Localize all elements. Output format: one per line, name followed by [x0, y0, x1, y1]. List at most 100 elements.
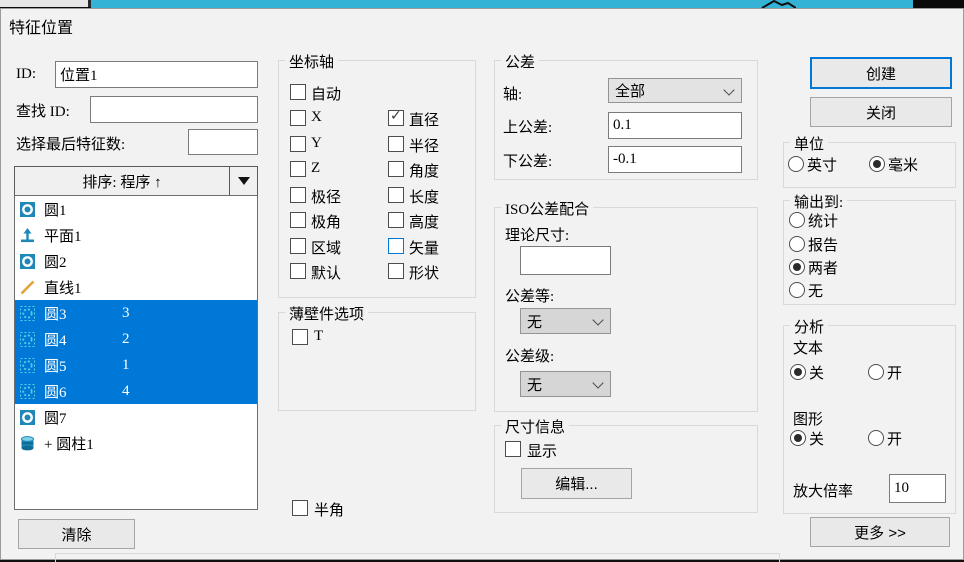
output-3-label: 两者	[808, 257, 838, 278]
tolerance-class-value: 无	[527, 374, 542, 395]
axis-默认-label: 默认	[311, 262, 341, 283]
upper-tolerance-label: 上公差:	[503, 116, 552, 137]
clear-button[interactable]: 清除	[18, 519, 135, 549]
list-item[interactable]: 圆2	[15, 248, 257, 274]
list-item[interactable]: 圆3 3	[15, 300, 257, 326]
chevron-down-icon	[723, 84, 734, 95]
sort-header[interactable]: 排序: 程序 ↑	[14, 166, 258, 196]
analysis-graph-on-radio[interactable]	[868, 430, 884, 446]
feature-order-number: 4	[122, 383, 130, 400]
tolerance-group-title: 公差	[501, 51, 539, 72]
create-button[interactable]: 创建	[810, 57, 952, 89]
axis-Y-checkbox[interactable]	[290, 136, 306, 152]
cylinder-icon	[20, 436, 35, 451]
axis-自动-label: 自动	[311, 83, 341, 104]
axis-区域-label: 区域	[311, 237, 341, 258]
output-4-radio[interactable]	[789, 282, 805, 298]
feature-name: 圆1	[44, 199, 67, 220]
axis-自动-checkbox[interactable]	[290, 84, 306, 100]
nominal-size-input[interactable]	[520, 246, 611, 275]
axis-高度-checkbox[interactable]	[388, 212, 404, 228]
axis-combo[interactable]: 全部	[608, 78, 742, 103]
feature-order-number: 1	[122, 357, 130, 374]
scale-factor-input[interactable]	[889, 474, 946, 503]
analysis-text-on-radio[interactable]	[868, 364, 884, 380]
axes-group-title: 坐标轴	[285, 51, 338, 72]
axis-区域-checkbox[interactable]	[290, 238, 306, 254]
axis-长度-checkbox[interactable]	[388, 187, 404, 203]
axis-X-checkbox[interactable]	[290, 110, 306, 126]
axis-极角-label: 极角	[311, 211, 341, 232]
axes-group: 坐标轴	[278, 60, 476, 298]
axis-长度-label: 长度	[409, 186, 439, 207]
output-1-radio[interactable]	[789, 212, 805, 228]
axis-极径-checkbox[interactable]	[290, 187, 306, 203]
unit-inch-radio[interactable]	[788, 156, 804, 172]
nominal-size-label: 理论尺寸:	[505, 224, 569, 245]
analysis-graph-label: 图形	[793, 408, 823, 429]
id-input[interactable]	[55, 61, 258, 88]
edit-button[interactable]: 编辑...	[521, 468, 632, 499]
close-button[interactable]: 关闭	[810, 97, 952, 127]
circle-sel-icon	[20, 384, 35, 399]
thin-wall-checkbox[interactable]	[292, 329, 308, 345]
thin-wall-checkbox-label: T	[314, 328, 323, 345]
clipped-group-box	[55, 553, 780, 562]
feature-name: 直线1	[44, 277, 82, 298]
show-checkbox[interactable]	[505, 441, 521, 457]
list-item[interactable]: 圆51	[15, 352, 257, 378]
axis-矢量-checkbox[interactable]	[388, 238, 404, 254]
lower-tolerance-input[interactable]	[608, 146, 742, 173]
half-angle-checkbox[interactable]	[292, 500, 308, 516]
select-last-features-input[interactable]	[188, 129, 258, 155]
tolerance-class-combo[interactable]: 无	[520, 371, 611, 397]
list-item[interactable]: 平面1	[15, 222, 257, 248]
thin-wall-group-title: 薄壁件选项	[285, 303, 368, 324]
more-button[interactable]: 更多 >>	[810, 517, 950, 547]
axis-combo-value: 全部	[615, 80, 645, 101]
analysis-graph-off-label: 关	[809, 428, 824, 449]
output-1-label: 统计	[808, 210, 838, 231]
axis-形状-checkbox[interactable]	[388, 263, 404, 279]
axis-默认-checkbox[interactable]	[290, 263, 306, 279]
axis-极径-label: 极径	[311, 186, 341, 207]
output-3-radio[interactable]	[789, 259, 805, 275]
feature-list[interactable]: 圆1平面1圆2 直线1 圆3 3 圆42圆51 圆6 4 圆7+ 圆柱1	[14, 195, 258, 510]
thin-wall-group: 薄壁件选项	[278, 312, 476, 411]
tolerance-class-label: 公差级:	[505, 345, 554, 366]
feature-order-number: 3	[122, 305, 130, 322]
sort-label: 排序: 程序 ↑	[15, 171, 229, 192]
axis-直径-label: 直径	[409, 109, 439, 130]
show-label: 显示	[527, 440, 557, 461]
upper-tolerance-input[interactable]	[608, 112, 742, 139]
half-angle-label: 半角	[314, 499, 344, 520]
axis-角度-checkbox[interactable]	[388, 161, 404, 177]
analysis-text-off-radio[interactable]	[790, 364, 806, 380]
feature-name: 圆6	[44, 381, 67, 402]
lower-tolerance-label: 下公差:	[503, 150, 552, 171]
feature-name: 圆3	[44, 303, 67, 324]
list-item[interactable]: 圆6 4	[15, 378, 257, 404]
axis-形状-label: 形状	[409, 262, 439, 283]
analysis-graph-off-radio[interactable]	[790, 430, 806, 446]
find-id-input[interactable]	[90, 96, 258, 123]
axis-矢量-label: 矢量	[409, 237, 439, 258]
tolerance-grade-value: 无	[527, 311, 542, 332]
list-item[interactable]: 直线1	[15, 274, 257, 300]
list-item[interactable]: 圆7	[15, 404, 257, 430]
axis-半径-label: 半径	[409, 135, 439, 156]
axis-Z-checkbox[interactable]	[290, 161, 306, 177]
tolerance-grade-combo[interactable]: 无	[520, 308, 611, 334]
axis-极角-checkbox[interactable]	[290, 212, 306, 228]
list-item[interactable]: + 圆柱1	[15, 430, 257, 456]
unit-mm-radio[interactable]	[869, 156, 885, 172]
output-2-radio[interactable]	[789, 236, 805, 252]
list-item[interactable]: 圆1	[15, 196, 257, 222]
sort-dropdown-button[interactable]	[229, 167, 257, 195]
list-item[interactable]: 圆42	[15, 326, 257, 352]
axis-直径-checkbox[interactable]	[388, 110, 404, 126]
scale-factor-label: 放大倍率	[793, 480, 853, 501]
axis-半径-checkbox[interactable]	[388, 136, 404, 152]
circle-icon	[20, 254, 35, 269]
circle-sel-icon	[20, 358, 35, 373]
